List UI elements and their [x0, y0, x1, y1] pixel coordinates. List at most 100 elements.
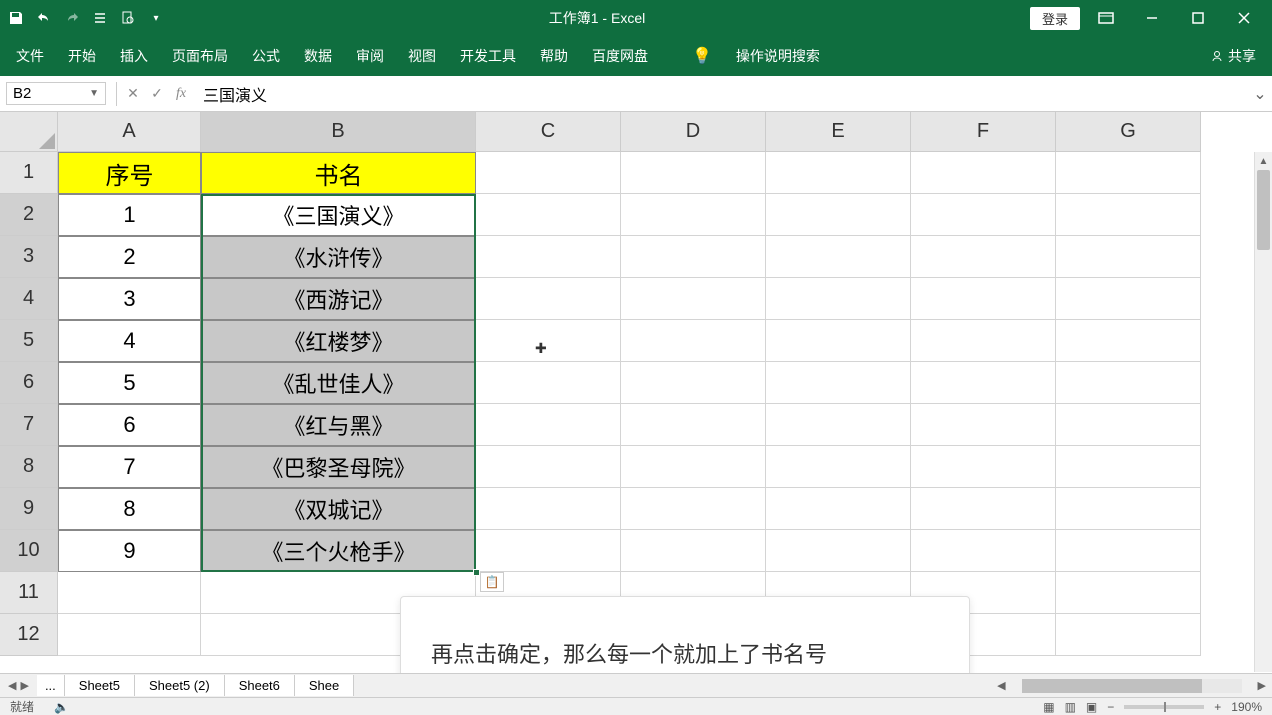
- cell[interactable]: [766, 152, 911, 194]
- sheet-tab[interactable]: Shee: [295, 675, 354, 696]
- cell-a2[interactable]: 1: [58, 194, 201, 236]
- fx-icon[interactable]: fx: [169, 82, 193, 106]
- cell-b1[interactable]: 书名: [201, 152, 476, 194]
- cell-b10[interactable]: 《三个火枪手》: [201, 530, 476, 572]
- cell[interactable]: [766, 530, 911, 572]
- tab-baidu[interactable]: 百度网盘: [592, 46, 648, 66]
- cell[interactable]: [58, 614, 201, 656]
- name-box[interactable]: B2 ▼: [6, 82, 106, 105]
- confirm-icon[interactable]: ✓: [145, 82, 169, 106]
- cell[interactable]: [1056, 194, 1201, 236]
- cell[interactable]: [911, 530, 1056, 572]
- col-header-g[interactable]: G: [1056, 112, 1201, 152]
- accessibility-icon[interactable]: 🔈: [54, 700, 69, 714]
- cell[interactable]: [476, 194, 621, 236]
- cell[interactable]: [476, 404, 621, 446]
- qat-dropdown-icon[interactable]: ▾: [148, 10, 164, 26]
- cancel-icon[interactable]: ✕: [121, 82, 145, 106]
- cell-a6[interactable]: 5: [58, 362, 201, 404]
- list-icon[interactable]: [92, 10, 108, 26]
- row-header[interactable]: 10: [0, 530, 58, 572]
- save-icon[interactable]: [8, 10, 24, 26]
- tab-review[interactable]: 审阅: [356, 46, 384, 66]
- cell[interactable]: [476, 530, 621, 572]
- row-header[interactable]: 11: [0, 572, 58, 614]
- tab-data[interactable]: 数据: [304, 46, 332, 66]
- cell[interactable]: [911, 194, 1056, 236]
- zoom-level[interactable]: 190%: [1231, 700, 1262, 714]
- hscroll-left-icon[interactable]: ◀: [991, 679, 1011, 692]
- tab-view[interactable]: 视图: [408, 46, 436, 66]
- cell[interactable]: [476, 278, 621, 320]
- cell[interactable]: [911, 404, 1056, 446]
- select-all-corner[interactable]: [0, 112, 58, 152]
- cell-a9[interactable]: 8: [58, 488, 201, 530]
- cell[interactable]: [476, 488, 621, 530]
- cell[interactable]: [766, 488, 911, 530]
- col-header-a[interactable]: A: [58, 112, 201, 152]
- sheet-tab[interactable]: Sheet5 (2): [135, 675, 225, 696]
- cell[interactable]: [1056, 152, 1201, 194]
- sheet-tab[interactable]: Sheet6: [225, 675, 295, 696]
- zoom-out-icon[interactable]: −: [1107, 700, 1114, 714]
- redo-icon[interactable]: [64, 10, 80, 26]
- cell[interactable]: [621, 446, 766, 488]
- col-header-e[interactable]: E: [766, 112, 911, 152]
- cell[interactable]: [1056, 572, 1201, 614]
- cell[interactable]: [621, 278, 766, 320]
- paste-options-icon[interactable]: 📋: [480, 572, 504, 592]
- tab-help[interactable]: 帮助: [540, 46, 568, 66]
- cell[interactable]: [476, 362, 621, 404]
- cell[interactable]: [621, 236, 766, 278]
- zoom-slider[interactable]: [1124, 705, 1204, 709]
- row-header[interactable]: 12: [0, 614, 58, 656]
- row-header[interactable]: 3: [0, 236, 58, 278]
- cell-b6[interactable]: 《乱世佳人》: [201, 362, 476, 404]
- cell[interactable]: [58, 572, 201, 614]
- ribbon-display-icon[interactable]: [1086, 4, 1126, 32]
- cell[interactable]: [911, 278, 1056, 320]
- cell-a10[interactable]: 9: [58, 530, 201, 572]
- tab-layout[interactable]: 页面布局: [172, 46, 228, 66]
- login-button[interactable]: 登录: [1030, 7, 1080, 30]
- tell-me-search[interactable]: 操作说明搜索: [736, 46, 820, 66]
- cell-b2[interactable]: 《三国演义》: [201, 194, 476, 236]
- hscroll-right-icon[interactable]: ▶: [1252, 679, 1272, 692]
- sheet-tab[interactable]: Sheet5: [65, 675, 135, 696]
- cell-b5[interactable]: 《红楼梦》: [201, 320, 476, 362]
- cell[interactable]: [476, 152, 621, 194]
- preview-icon[interactable]: [120, 10, 136, 26]
- cell[interactable]: [621, 194, 766, 236]
- row-header[interactable]: 9: [0, 488, 58, 530]
- view-normal-icon[interactable]: ▦: [1043, 700, 1054, 714]
- fill-handle[interactable]: [473, 569, 480, 576]
- cell-a1[interactable]: 序号: [58, 152, 201, 194]
- share-button[interactable]: 共享: [1210, 46, 1256, 66]
- close-icon[interactable]: [1224, 4, 1264, 32]
- cell[interactable]: [1056, 278, 1201, 320]
- cell-b7[interactable]: 《红与黑》: [201, 404, 476, 446]
- zoom-in-icon[interactable]: +: [1214, 700, 1221, 714]
- cell-a8[interactable]: 7: [58, 446, 201, 488]
- cell[interactable]: [766, 278, 911, 320]
- cell[interactable]: [766, 320, 911, 362]
- cell[interactable]: [1056, 236, 1201, 278]
- tab-home[interactable]: 开始: [68, 46, 96, 66]
- col-header-d[interactable]: D: [621, 112, 766, 152]
- col-header-b[interactable]: B: [201, 112, 476, 152]
- cell[interactable]: [766, 404, 911, 446]
- cell[interactable]: [911, 488, 1056, 530]
- scroll-thumb[interactable]: [1257, 170, 1270, 250]
- cell[interactable]: [766, 236, 911, 278]
- cell[interactable]: [621, 404, 766, 446]
- cell[interactable]: [621, 362, 766, 404]
- col-header-c[interactable]: C: [476, 112, 621, 152]
- cell-a3[interactable]: 2: [58, 236, 201, 278]
- tab-next-icon[interactable]: ▶: [20, 679, 28, 692]
- cell[interactable]: [1056, 362, 1201, 404]
- cell[interactable]: [1056, 488, 1201, 530]
- formula-input[interactable]: [193, 85, 1248, 103]
- horizontal-scrollbar[interactable]: [1022, 679, 1242, 693]
- cell[interactable]: [621, 152, 766, 194]
- cell[interactable]: [476, 236, 621, 278]
